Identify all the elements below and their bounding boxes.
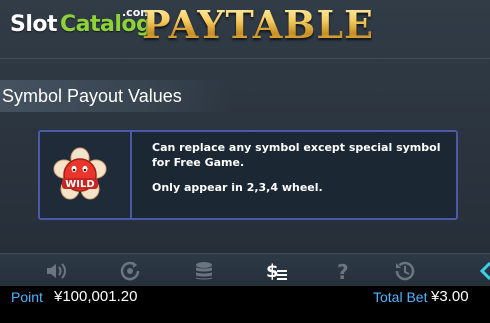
paytable-screen: Slot Catalog .com PAYTABLE Symbol Payout… bbox=[0, 0, 490, 253]
svg-text:?: ? bbox=[337, 260, 349, 283]
symbol-card: WILD Can replace any symbol except speci… bbox=[38, 130, 458, 220]
symbol-description-2: Only appear in 2,3,4 wheel. bbox=[152, 181, 323, 194]
point-value: ¥100,001.20 bbox=[54, 288, 138, 305]
paytable-icon[interactable]: $ bbox=[265, 258, 291, 284]
wild-symbol-icon: WILD bbox=[53, 147, 107, 200]
watermark-slot: Slot bbox=[10, 12, 58, 37]
header-divider bbox=[0, 58, 490, 59]
history-icon[interactable] bbox=[392, 258, 418, 284]
symbol-icon-cell: WILD bbox=[40, 132, 132, 218]
symbol-description-1: Can replace any symbol except special sy… bbox=[152, 141, 441, 169]
coin-stack-icon[interactable] bbox=[191, 258, 217, 284]
status-bar: Point ¥100,001.20 Total Bet ¥3.00 bbox=[0, 286, 490, 323]
autoplay-icon[interactable] bbox=[117, 258, 143, 284]
svg-text:$: $ bbox=[266, 261, 279, 282]
point-label: Point bbox=[11, 289, 43, 305]
collapse-icon[interactable] bbox=[476, 258, 490, 284]
total-bet-value: ¥3.00 bbox=[431, 288, 469, 305]
sound-icon[interactable] bbox=[43, 258, 69, 284]
wild-icon-text: WILD bbox=[65, 179, 94, 190]
bottom-toolbar: $ ? bbox=[0, 253, 490, 287]
help-icon[interactable]: ? bbox=[330, 258, 356, 284]
page-title: PAYTABLE bbox=[142, 2, 375, 47]
total-bet-label: Total Bet bbox=[373, 289, 428, 305]
section-title: Symbol Payout Values bbox=[2, 86, 182, 106]
